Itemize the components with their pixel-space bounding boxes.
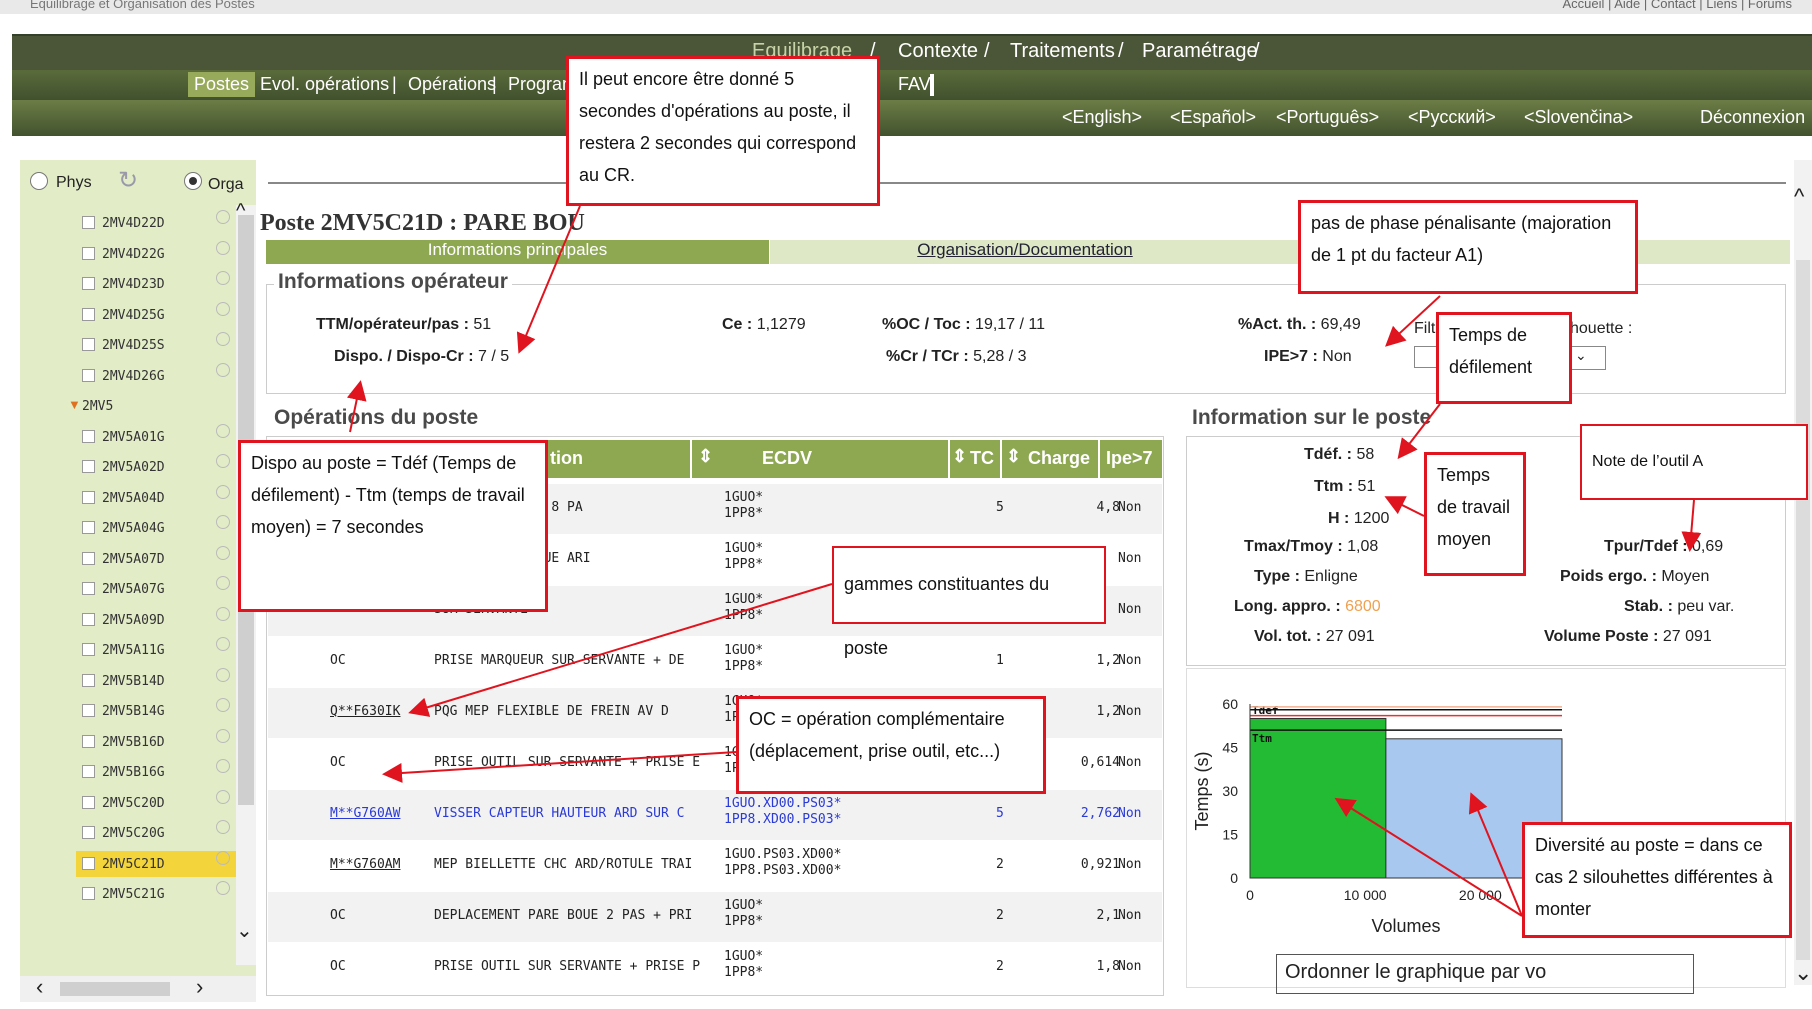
arrow-bar2 <box>1468 792 1523 917</box>
arrow-ttm <box>1384 496 1425 517</box>
arrow-tdef <box>1397 403 1441 460</box>
arrow-dispo <box>516 205 581 354</box>
arrow-note-outil <box>1681 499 1702 552</box>
arrow-bar1 <box>1334 797 1523 917</box>
arrow-dispo-label <box>346 380 367 433</box>
arrow-oc <box>382 751 737 783</box>
arrow-gammes <box>408 583 833 717</box>
annotation-arrows <box>346 205 1702 917</box>
arrow-ipe <box>1385 295 1441 347</box>
